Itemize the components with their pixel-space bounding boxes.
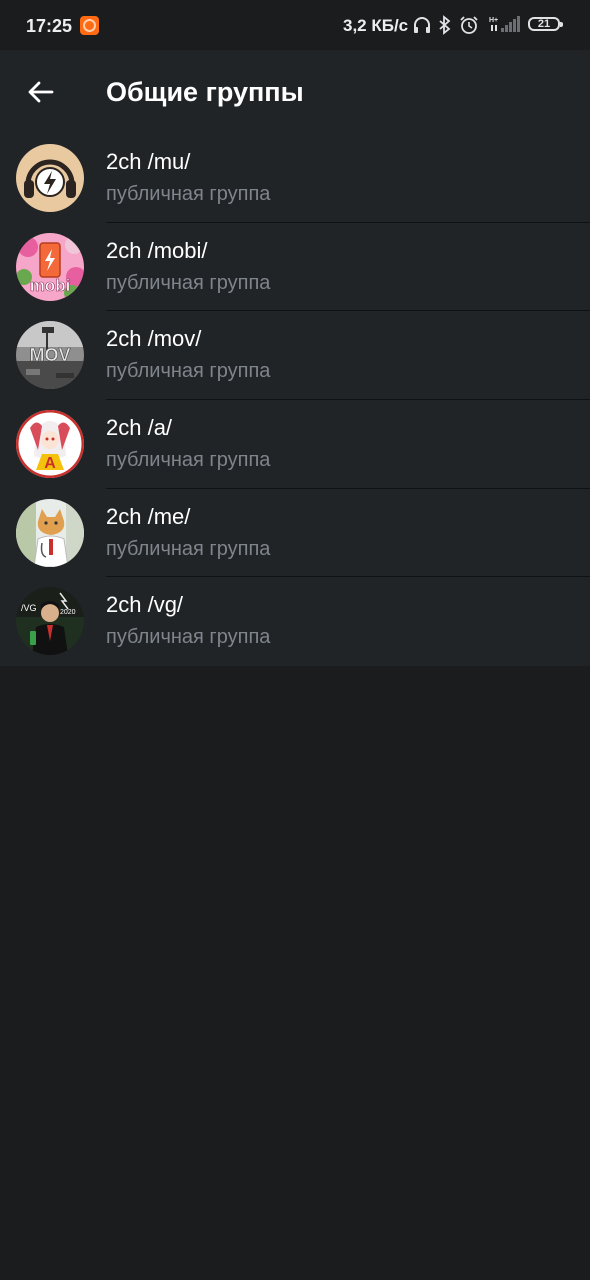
alarm-icon [459,15,479,40]
group-name: 2ch /mu/ [106,149,191,174]
group-type: публичная группа [106,271,271,294]
group-type: публичная группа [106,183,271,205]
list-item-group-me[interactable]: 2ch /me/ публичная группа [0,489,590,578]
status-bar: 17:25 3,2 КБ/с H+ 21 [0,0,590,50]
avatar: MOV [16,321,84,390]
app-toolbar: Общие группы [0,50,590,134]
app-notification-icon [80,16,99,35]
avatar-label-year: 2020 [60,609,76,616]
network-type: H+ [489,17,498,24]
bluetooth-icon [438,15,452,40]
group-type: публичная группа [106,626,271,649]
headphones-icon [412,15,432,40]
avatar: mobi [16,232,84,301]
signal-icon: H+ [489,14,521,41]
avatar-label: mobi [30,276,71,295]
group-type: публичная группа [106,537,271,560]
group-type: публичная группа [106,360,271,383]
avatar: A [16,410,84,479]
arrow-left-icon [28,81,54,103]
group-name: 2ch /me/ [106,503,191,529]
group-name: 2ch /mobi/ [106,237,208,263]
group-name: 2ch /mov/ [106,326,202,352]
avatar-label: A [44,455,56,472]
group-name: 2ch /a/ [106,415,173,441]
avatar [16,144,84,212]
list-item-group-mov[interactable]: MOV 2ch /mov/ публичная группа [0,311,590,401]
list-item-group-vg[interactable]: /VG 2020 2ch /vg/ публичная группа [0,577,590,666]
list-item-group-mobi[interactable]: mobi 2ch /mobi/ публичная группа [0,223,590,312]
avatar [16,498,84,567]
network-speed: 3,2 КБ/с [343,16,409,35]
group-name: 2ch /vg/ [106,592,184,618]
group-type: публичная группа [106,449,271,472]
avatar-label: MOV [29,345,70,365]
status-time: 17:25 [26,16,73,36]
page-title: Общие группы [106,77,304,107]
list-item-group-mu[interactable]: 2ch /mu/ публичная группа [0,134,590,223]
battery-indicator: 21 [528,17,563,31]
avatar: /VG 2020 [16,587,84,656]
back-button[interactable] [22,76,58,108]
common-groups-list: 2ch /mu/ публичная группа mobi 2ch /mobi… [0,134,590,667]
avatar-label: /VG [21,603,37,613]
list-item-group-a[interactable]: A 2ch /a/ публичная группа [0,400,590,489]
